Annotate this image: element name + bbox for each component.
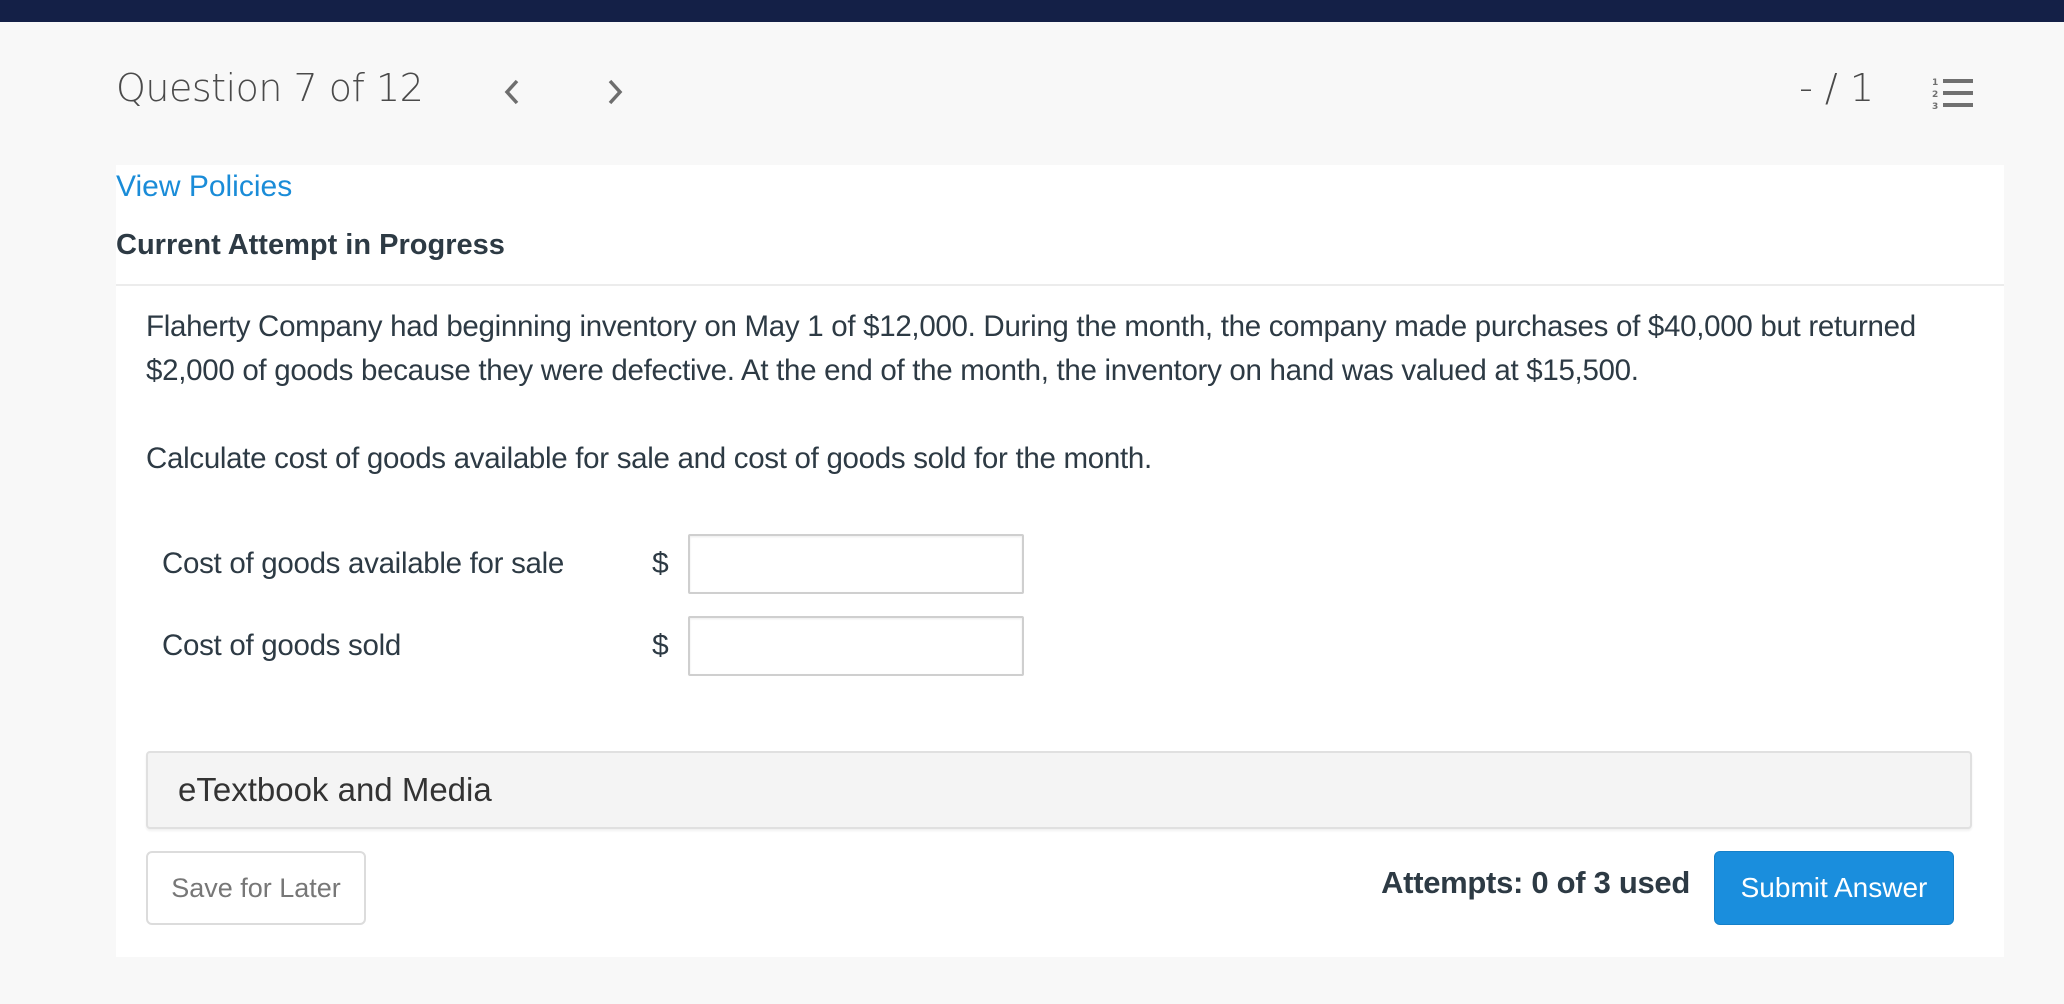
attempts-counter: Attempts: 0 of 3 used xyxy=(1381,865,1690,900)
svg-text:2: 2 xyxy=(1932,90,1938,100)
top-bar xyxy=(0,0,2064,22)
field-label: Cost of goods available for sale xyxy=(162,547,565,580)
etextbook-label: eTextbook and Media xyxy=(178,771,492,808)
answer-row-goods-sold: Cost of goods sold $ xyxy=(162,613,1024,679)
question-body: Flaherty Company had beginning inventory… xyxy=(146,305,1986,481)
svg-text:1: 1 xyxy=(1932,78,1938,88)
save-for-later-button[interactable]: Save for Later xyxy=(146,851,366,925)
currency-symbol: $ xyxy=(652,547,669,580)
divider xyxy=(116,284,2004,286)
score-display: - / 1 xyxy=(1799,66,1874,110)
question-counter: Question 7 of 12 xyxy=(116,66,424,110)
question-card: View Policies Current Attempt in Progres… xyxy=(116,165,2004,957)
chevron-right-icon xyxy=(608,79,623,105)
goods-available-input[interactable] xyxy=(688,534,1024,594)
currency-symbol: $ xyxy=(652,629,669,662)
next-question-button[interactable] xyxy=(595,70,635,114)
numbered-list-icon[interactable]: 1 2 3 xyxy=(1932,76,1978,112)
question-paragraph: Flaherty Company had beginning inventory… xyxy=(146,310,1916,387)
goods-sold-input[interactable] xyxy=(688,616,1024,676)
view-policies-link[interactable]: View Policies xyxy=(116,165,292,207)
svg-text:3: 3 xyxy=(1932,102,1938,112)
etextbook-media-panel[interactable]: eTextbook and Media xyxy=(146,751,1972,829)
chevron-left-icon xyxy=(504,79,519,105)
field-label: Cost of goods sold xyxy=(162,629,401,662)
answer-row-goods-available: Cost of goods available for sale $ xyxy=(162,531,1024,597)
previous-question-button[interactable] xyxy=(492,70,532,114)
submit-answer-button[interactable]: Submit Answer xyxy=(1714,851,1954,925)
attempt-status-heading: Current Attempt in Progress xyxy=(116,229,505,261)
question-instruction: Calculate cost of goods available for sa… xyxy=(146,442,1152,475)
